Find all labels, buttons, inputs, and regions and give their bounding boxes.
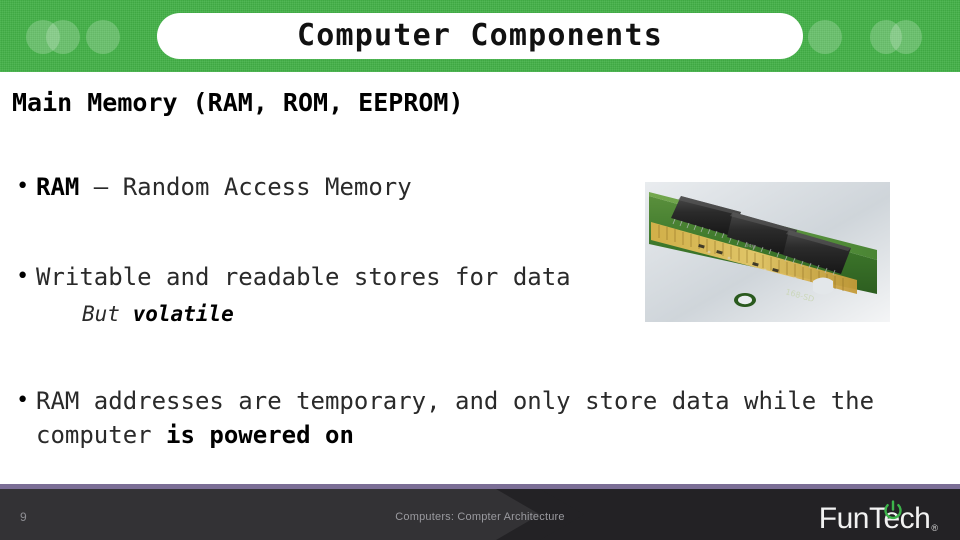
- slide-title: Computer Components: [297, 18, 663, 53]
- ram-module-illustration: 64M: [645, 182, 890, 322]
- sub-note-volatile: But volatile: [82, 302, 234, 326]
- bullet-item-addresses: • RAM addresses are temporary, and only …: [16, 384, 936, 452]
- title-capsule: Computer Components: [157, 13, 803, 59]
- decorative-circle-icon: [890, 20, 922, 54]
- bullet-dot-icon: •: [16, 264, 30, 289]
- bullet-dot-icon: •: [16, 174, 30, 199]
- registered-trademark-icon: ®: [931, 523, 938, 533]
- decorative-circle-icon: [86, 20, 120, 54]
- footer-course-title: Computers: Compter Architecture: [395, 511, 565, 523]
- bullet-strong-term: RAM: [36, 173, 80, 201]
- brand-name: FunTech: [818, 502, 931, 535]
- sub-note-lead: But: [82, 302, 133, 326]
- bullet-dot-icon: •: [16, 388, 30, 413]
- ram-module-photo: 64M: [645, 182, 890, 322]
- slide-footer: 9 Computers: Compter Architecture FunTec…: [0, 484, 960, 540]
- bullet-strong-tail: is powered on: [166, 421, 354, 449]
- power-symbol-icon: [884, 500, 902, 520]
- sub-note-emphasis: volatile: [132, 302, 234, 326]
- decorative-circle-icon: [46, 20, 80, 54]
- decorative-circle-icon: [808, 20, 842, 54]
- bullet-plain-text: RAM addresses are temporary, and only st…: [36, 387, 875, 449]
- bullet-rest-text: – Random Access Memory: [79, 173, 412, 201]
- slide-body: Main Memory (RAM, ROM, EEPROM) • RAM – R…: [0, 72, 960, 484]
- section-heading: Main Memory (RAM, ROM, EEPROM): [12, 88, 464, 117]
- slide-root: Computer Components Main Memory (RAM, RO…: [0, 0, 960, 540]
- slide-header-band: Computer Components: [0, 0, 960, 72]
- bullet-item-label: RAM addresses are temporary, and only st…: [16, 384, 936, 452]
- funtech-logo: FunTech ®: [819, 498, 938, 534]
